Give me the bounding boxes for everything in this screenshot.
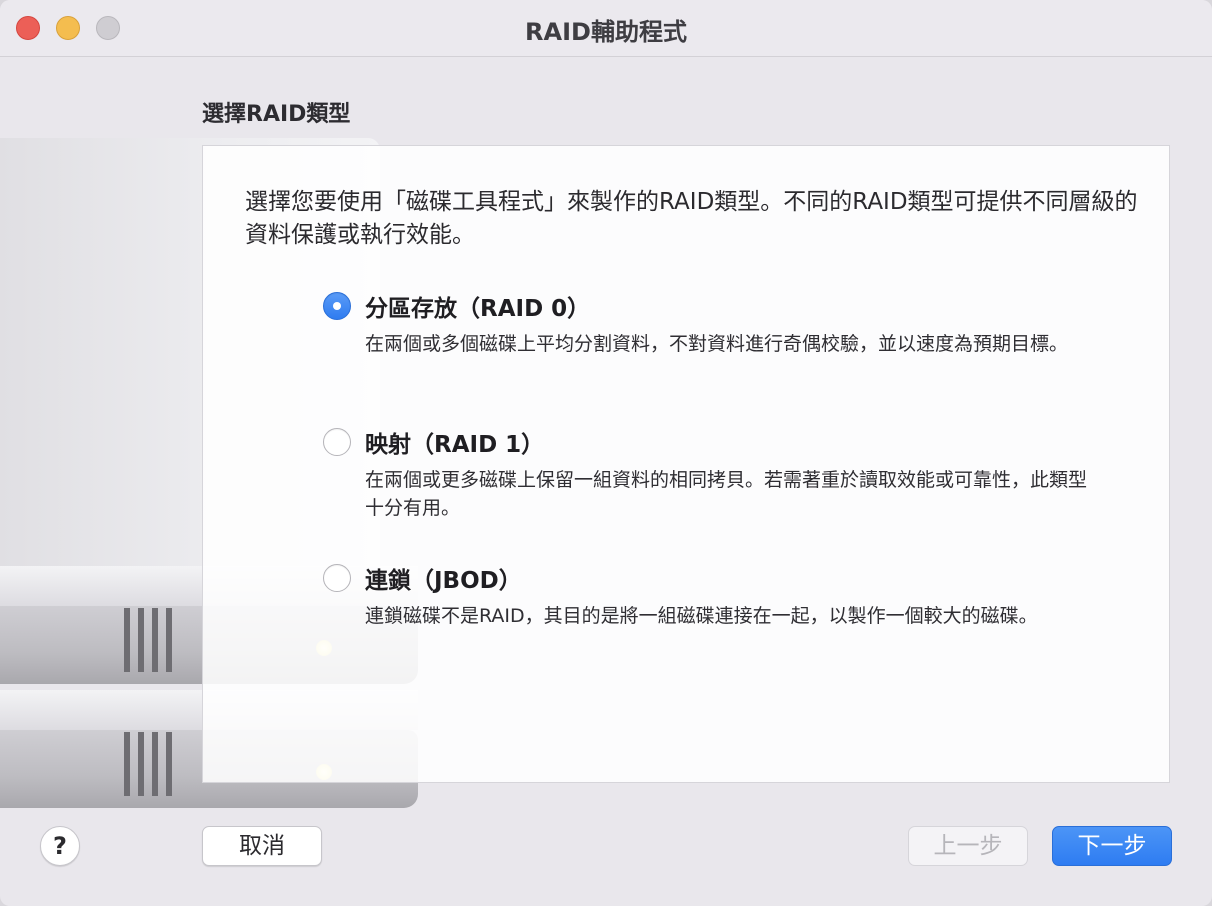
back-button: 上一步 xyxy=(908,826,1028,866)
option-description: 在兩個或更多磁碟上保留一組資料的相同拷貝。若需著重於讀取效能或可靠性，此類型十分… xyxy=(365,469,1088,519)
radio-raid0[interactable] xyxy=(323,292,351,320)
radio-raid1[interactable] xyxy=(323,428,351,456)
option-title: 連鎖（JBOD） xyxy=(365,568,522,594)
content-panel: 選擇您要使用「磁碟工具程式」來製作的RAID類型。不同的RAID類型可提供不同層… xyxy=(202,145,1170,783)
window-title: RAID輔助程式 xyxy=(525,18,687,46)
title-bar: RAID輔助程式 xyxy=(0,0,1212,57)
cancel-button[interactable]: 取消 xyxy=(202,826,322,866)
radio-jbod[interactable] xyxy=(323,564,351,592)
option-title: 分區存放（RAID 0） xyxy=(365,296,591,322)
page-heading: 選擇RAID類型 xyxy=(202,102,351,127)
intro-text: 選擇您要使用「磁碟工具程式」來製作的RAID類型。不同的RAID類型可提供不同層… xyxy=(245,189,1138,248)
help-button[interactable]: ? xyxy=(40,826,80,866)
option-description: 在兩個或多個磁碟上平均分割資料，不對資料進行奇偶校驗，並以速度為預期目標。 xyxy=(365,333,1069,355)
option-description: 連鎖磁碟不是RAID，其目的是將一組磁碟連接在一起，以製作一個較大的磁碟。 xyxy=(365,605,1038,627)
raid-assistant-window: RAID輔助程式 選擇RAID類型 選擇您要使用「磁碟工具程式」來製作的RAID… xyxy=(0,0,1212,906)
next-button[interactable]: 下一步 xyxy=(1052,826,1172,866)
option-title: 映射（RAID 1） xyxy=(365,432,545,458)
